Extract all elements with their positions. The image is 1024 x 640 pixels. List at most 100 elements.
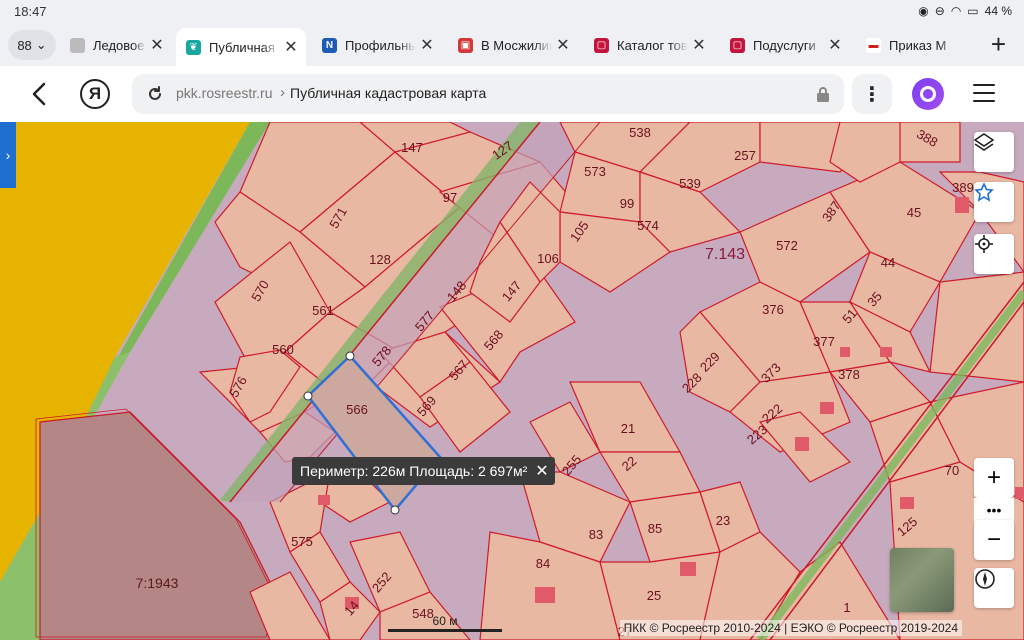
tab-catalog[interactable]: ▢ Каталог товаров ✕ <box>584 28 714 62</box>
tab-label: Профильные <box>345 37 416 53</box>
parcel-number-label: 25 <box>647 588 661 603</box>
address-bar[interactable]: pkk.rosreestr.ru › Публичная кадастровая… <box>132 74 844 114</box>
battery-percent: 44 % <box>984 4 1012 18</box>
compass-button[interactable] <box>974 568 1014 608</box>
new-tab-button[interactable]: + <box>991 31 1006 57</box>
tab-order[interactable]: ▬ Приказ М <box>856 28 956 62</box>
parcel-number-label: 538 <box>629 125 651 140</box>
scale-bar: 60 м <box>388 614 502 632</box>
parcel-number-label: 575 <box>291 534 313 549</box>
url-separator: › <box>280 84 285 101</box>
parcel-number-label: 561 <box>312 303 334 318</box>
tab-close-icon[interactable]: ✕ <box>416 35 438 55</box>
status-bar: 18:47 ◉ ⊖ ◠ ▭ 44 % <box>0 0 1024 24</box>
tab-cadastral-map[interactable]: ❦ Публичная кадастровая ✕ <box>176 28 306 66</box>
parcel-number-label: 106 <box>537 251 559 266</box>
vertex-handle[interactable] <box>345 351 355 361</box>
parcel-number-label: 21 <box>621 421 635 436</box>
yandex-logo-icon: Я <box>88 84 102 103</box>
status-icons: ◉ ⊖ ◠ ▭ 44 % <box>918 4 1012 18</box>
tab-favicon-icon: ❦ <box>186 39 201 55</box>
parcel-number-label: 560 <box>272 342 294 357</box>
measurement-text: Периметр: 226м Площадь: 2 697м² <box>300 463 528 479</box>
parcel-number-label: 389 <box>952 180 974 195</box>
crosshair-icon <box>975 235 993 253</box>
parcel-number-label: 44 <box>881 255 895 270</box>
measurement-tooltip: Периметр: 226м Площадь: 2 697м² ✕ <box>292 457 555 485</box>
tab-label: В Мосжилинспекции <box>481 37 552 53</box>
tab-favicon-icon <box>70 37 85 53</box>
satellite-layer-thumbnail[interactable] <box>890 548 954 612</box>
tab-favicon-icon: N <box>322 37 337 53</box>
minus-icon: − <box>986 526 1001 553</box>
parcel-number-label: 128 <box>369 252 391 267</box>
parcel-number-label: 1 <box>843 600 850 615</box>
more-options-button[interactable]: ••• <box>974 498 1014 522</box>
tab-favicon-icon: ▢ <box>730 37 745 53</box>
parcel-number-label: 85 <box>648 521 662 536</box>
locate-button[interactable] <box>974 234 1014 274</box>
tab-favicon-icon: ▣ <box>458 37 473 53</box>
block-number-label: 7.143 <box>705 246 745 263</box>
dnd-icon: ⊖ <box>934 4 945 18</box>
parcel-number-label: 377 <box>813 334 835 349</box>
parcel-number-label: 378 <box>838 367 860 382</box>
parcel-number-label: 97 <box>443 190 457 205</box>
parcel-number-label: 147 <box>401 140 423 155</box>
parcel-number-label: 539 <box>679 176 701 191</box>
scale-line <box>388 629 502 632</box>
tab-label: Публичная кадастровая <box>209 39 280 55</box>
tab-close-icon[interactable]: ✕ <box>280 37 302 57</box>
tab-profile[interactable]: N Профильные ✕ <box>312 28 442 62</box>
tab-label: Приказ М <box>889 37 947 53</box>
plus-icon: + <box>986 464 1001 491</box>
layers-icon <box>974 133 994 151</box>
parcel-number-label: 257 <box>734 148 756 163</box>
hamburger-menu-icon[interactable] <box>973 84 995 102</box>
layers-button[interactable] <box>974 132 1014 172</box>
tab-count-button[interactable]: 88 ⌄ <box>8 30 56 60</box>
side-panel-toggle[interactable]: › <box>0 122 16 188</box>
parcel-number-label: 70 <box>945 463 959 478</box>
zoom-out-button[interactable]: − <box>974 520 1014 560</box>
parcel-number-label: 573 <box>584 164 606 179</box>
tab-close-icon[interactable]: ✕ <box>824 35 846 55</box>
tab-label: Каталог товаров <box>617 37 688 53</box>
tab-ice-show[interactable]: Ледовое шоу ✕ <box>60 28 172 62</box>
lock-icon[interactable] <box>816 86 830 102</box>
tab-close-icon[interactable]: ✕ <box>552 35 574 55</box>
page-menu-button[interactable]: ⋮ <box>852 74 892 114</box>
tab-close-icon[interactable]: ✕ <box>688 35 710 55</box>
tab-close-icon[interactable]: ✕ <box>146 35 168 55</box>
tab-services[interactable]: ▢ Подуслуги ✕ <box>720 28 850 62</box>
parcel-number-label: 99 <box>620 196 634 211</box>
battery-icon: ▭ <box>967 4 979 18</box>
close-icon[interactable]: ✕ <box>535 461 548 481</box>
compass-icon <box>975 569 995 589</box>
eye-icon: ◉ <box>918 4 929 18</box>
parcel-number-label: 45 <box>907 205 921 220</box>
tab-favicon-icon: ▬ <box>866 37 881 53</box>
parcel-number-label: 574 <box>637 218 659 233</box>
tab-mosgilinspection[interactable]: ▣ В Мосжилинспекции ✕ <box>448 28 578 62</box>
more-icon: ••• <box>986 502 1002 518</box>
vertex-handle[interactable] <box>303 391 313 401</box>
alice-assistant-button[interactable] <box>912 78 944 110</box>
vertex-handle[interactable] <box>390 505 400 515</box>
reload-icon[interactable] <box>146 85 164 103</box>
parcel-number-label: 566 <box>346 402 368 417</box>
page-title: Публичная кадастровая карта <box>290 85 487 101</box>
browser-toolbar: Я pkk.rosreestr.ru › Публичная кадастров… <box>0 66 1024 122</box>
back-arrow-icon[interactable] <box>28 80 52 108</box>
parcel-number-label: 84 <box>536 556 550 571</box>
tab-label: Подуслуги <box>753 37 816 53</box>
yandex-button[interactable]: Я <box>80 79 110 109</box>
cadastral-map[interactable]: 147 127 538 257 388 97 573 539 389 571 99 574 387 45 1… <box>0 122 1024 640</box>
tab-strip: 88 ⌄ Ледовое шоу ✕ ❦ Публичная кадастров… <box>0 24 1024 66</box>
star-icon <box>974 182 994 202</box>
tab-label: Ледовое шоу <box>93 37 146 53</box>
zoom-in-button[interactable]: + <box>974 458 1014 498</box>
map-canvas[interactable]: 147 12753825738897573539 38957199574387 451… <box>0 122 1024 640</box>
tab-favicon-icon: ▢ <box>594 37 609 53</box>
selection-tool-button[interactable] <box>974 182 1014 222</box>
